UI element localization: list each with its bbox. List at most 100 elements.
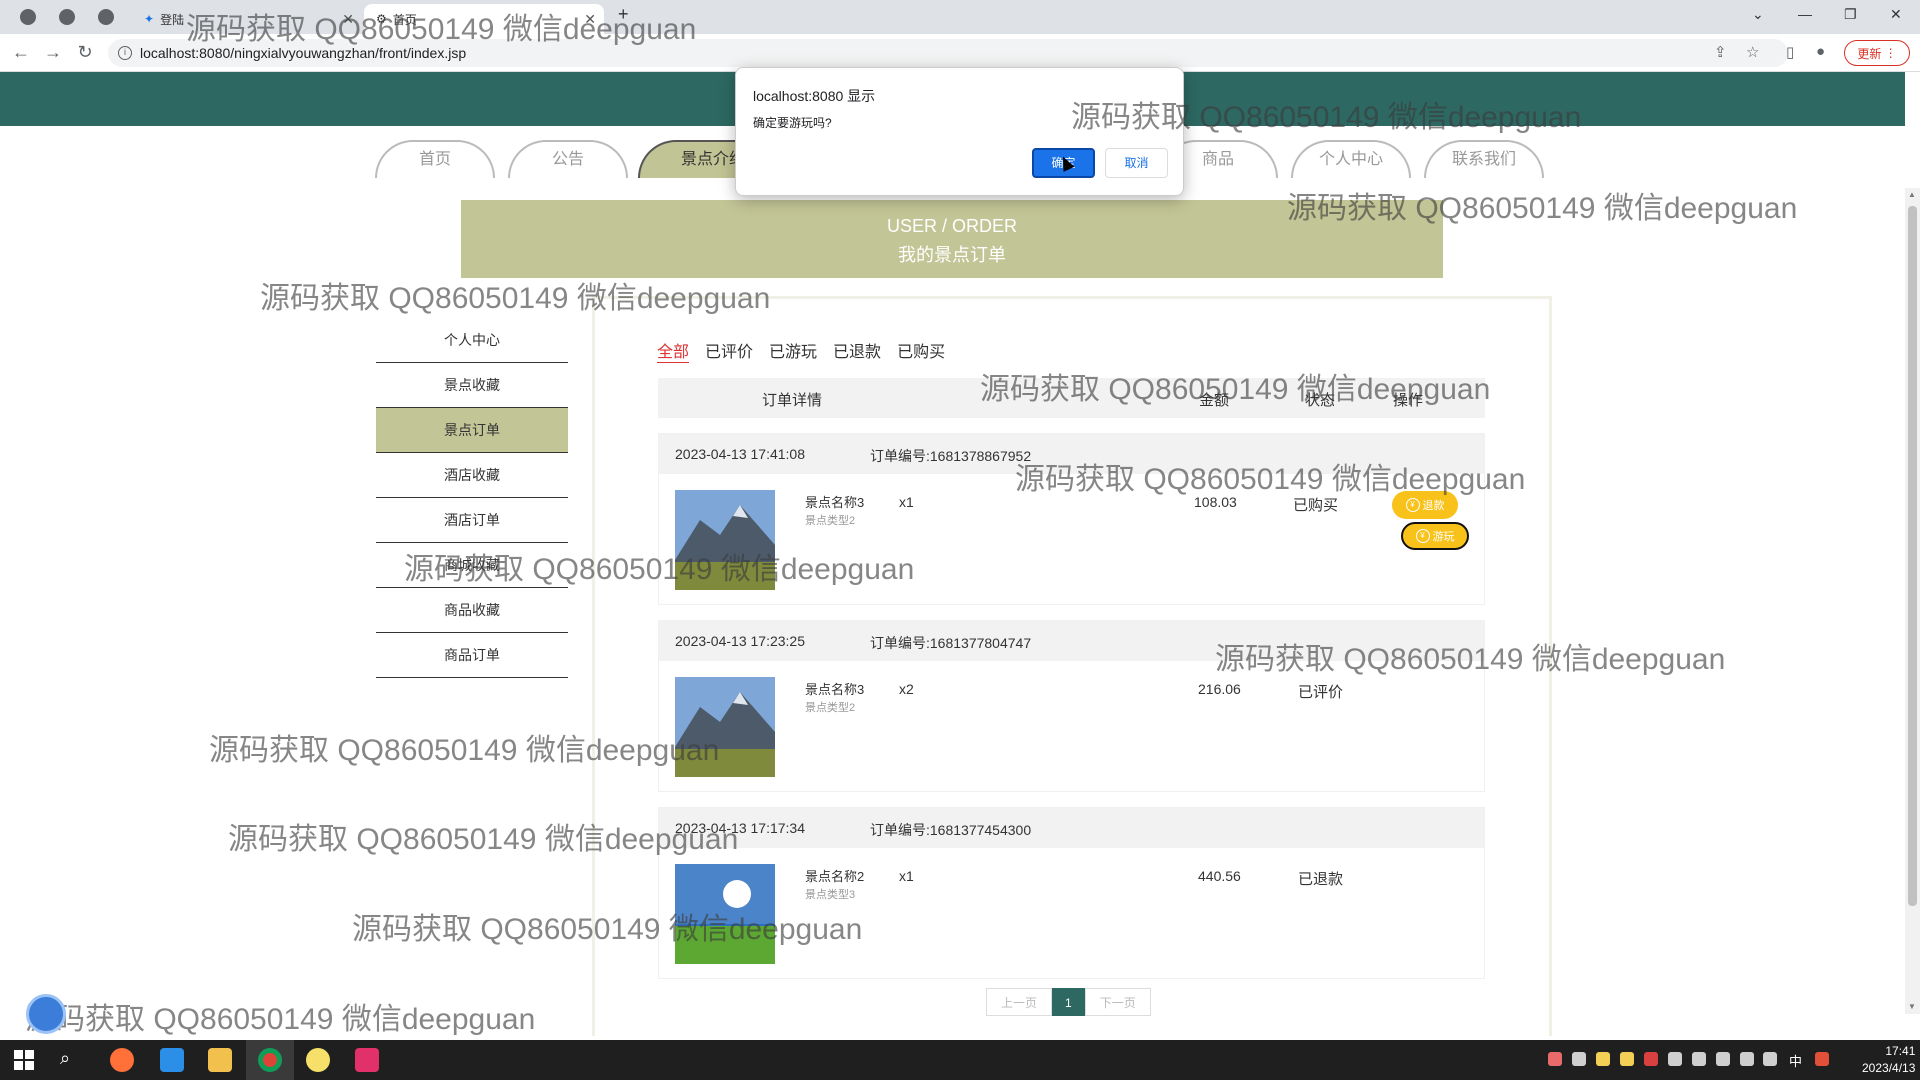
restore-icon[interactable]: ❐ [1844,6,1857,23]
filter-reviewed[interactable]: 已评价 [705,338,753,363]
volume-icon[interactable] [1763,1052,1777,1066]
scrollbar-thumb[interactable] [1908,206,1917,906]
filter-refunded[interactable]: 已退款 [833,338,881,363]
file-explorer-icon[interactable] [208,1048,232,1072]
attraction-name: 景点名称2 [805,869,865,884]
dialog-cancel-button[interactable]: 取消 [1105,148,1168,178]
tray-app-icon[interactable] [1668,1052,1682,1066]
order-card-header: 2023-04-13 17:17:34 订单编号:1681377454300 [659,808,1484,848]
order-quantity: x1 [899,868,914,884]
side-menu-attraction-favorites[interactable]: 景点收藏 [376,363,568,408]
attraction-thumbnail[interactable] [675,864,775,964]
sidebar-icon[interactable]: ▯ [1786,43,1794,61]
minimize-icon[interactable]: — [1798,6,1812,22]
filter-purchased[interactable]: 已购买 [897,338,945,363]
back-icon[interactable]: ← [10,42,32,63]
url-text[interactable]: localhost:8080/ningxialvyouwangzhan/fron… [140,45,466,61]
order-filter-tabs: 全部 已评价 已游玩 已退款 已购买 [657,338,945,363]
order-amount: 440.56 [1198,868,1241,884]
side-menu-product-orders[interactable]: 商品订单 [376,633,568,678]
side-menu-attraction-orders[interactable]: 景点订单 [376,408,568,453]
chrome-favicon-icon[interactable] [59,9,75,25]
chrome-icon[interactable] [258,1048,282,1072]
address-bar[interactable]: i localhost:8080/ningxialvyouwangzhan/fr… [108,39,1788,67]
intellij-icon[interactable] [355,1048,379,1072]
star-icon[interactable]: ☆ [1746,43,1759,61]
tab-login[interactable]: ✦ 登陆 ✕ [132,4,362,34]
new-tab-button[interactable]: + [618,4,629,25]
order-time: 2023-04-13 17:23:25 [675,633,805,649]
tray-folder-icon[interactable] [1596,1052,1610,1066]
tray-app-icon[interactable] [1548,1052,1562,1066]
share-icon[interactable]: ⇪ [1714,43,1727,61]
page-1-button[interactable]: 1 [1052,988,1085,1016]
vscode-icon[interactable] [160,1048,184,1072]
attraction-type: 景点类型2 [805,702,856,714]
order-number: 订单编号:1681377804747 [870,635,1032,651]
chrome-favicon-icon[interactable] [20,9,36,25]
tab-title: 登陆 [160,12,185,27]
page-banner: USER / ORDER 我的景点订单 [461,200,1443,278]
search-icon[interactable]: ⌕ [60,1048,84,1072]
side-menu-hotel-favorites[interactable]: 酒店收藏 [376,453,568,498]
attraction-thumbnail[interactable] [675,490,775,590]
tray-app-icon[interactable] [1692,1052,1706,1066]
play-button[interactable]: ¥ 游玩 [1401,522,1469,550]
info-icon[interactable]: i [118,46,132,60]
filter-all[interactable]: 全部 [657,338,690,363]
menu-icon: ⋮ [1881,46,1897,60]
filter-visited[interactable]: 已游玩 [769,338,817,363]
order-card-header: 2023-04-13 17:23:25 订单编号:1681377804747 [659,621,1484,661]
close-icon[interactable]: ✕ [584,11,596,28]
side-menu: 个人中心 景点收藏 景点订单 酒店收藏 酒店订单 商城收藏 商品收藏 商品订单 [376,318,568,678]
side-menu-hotel-orders[interactable]: 酒店订单 [376,498,568,543]
system-clock[interactable]: 17:41 2023/4/13 [1862,1043,1915,1077]
tray-app-icon[interactable] [1644,1052,1658,1066]
refund-button[interactable]: ¥ 退款 [1392,491,1458,519]
ime-indicator[interactable]: 中 [1789,1051,1802,1070]
chrome-favicon-icon[interactable] [98,9,114,25]
side-menu-user-center[interactable]: 个人中心 [376,318,568,363]
profile-icon[interactable]: ● [1816,43,1825,60]
tab-home[interactable]: ⚙ 首页 ✕ [364,4,604,34]
nav-contact[interactable]: 联系我们 [1424,140,1544,178]
windows-start-icon[interactable] [12,1048,36,1072]
pagination: 上一页 1 下一页 [986,988,1151,1016]
header-status: 状态 [1305,392,1336,409]
firefox-icon[interactable] [110,1048,134,1072]
nav-user-center[interactable]: 个人中心 [1291,140,1411,178]
page-title: 我的景点订单 [898,245,1006,265]
attraction-thumbnail[interactable] [675,677,775,777]
order-quantity: x1 [899,494,914,510]
scroll-down-icon[interactable]: ▼ [1908,1002,1916,1011]
order-number: 订单编号:1681377454300 [870,822,1032,838]
close-window-icon[interactable]: ✕ [1890,6,1902,23]
floating-assistant-icon[interactable] [26,994,66,1034]
forward-icon[interactable]: → [42,42,64,63]
chevron-down-icon[interactable]: ⌄ [1752,6,1764,23]
next-page-button[interactable]: 下一页 [1084,988,1151,1016]
wifi-icon[interactable] [1740,1052,1754,1066]
tab-favicon-icon: ✦ [144,12,155,26]
order-status: 已购买 [1293,497,1339,514]
nav-notice[interactable]: 公告 [508,140,628,178]
close-icon[interactable]: ✕ [342,11,354,28]
battery-icon[interactable] [1716,1052,1730,1066]
tray-shield-icon[interactable] [1620,1052,1634,1066]
tray-app-icon[interactable] [1572,1052,1586,1066]
prev-page-button[interactable]: 上一页 [986,988,1053,1016]
side-menu-mall-favorites[interactable]: 商城收藏 [376,543,568,588]
sogou-icon[interactable] [1815,1052,1829,1066]
reload-icon[interactable]: ↻ [74,42,96,63]
play-button-label: 游玩 [1432,531,1455,543]
app-icon[interactable] [306,1048,330,1072]
nav-home[interactable]: 首页 [375,140,495,178]
attraction-name: 景点名称3 [805,495,865,510]
side-menu-product-favorites[interactable]: 商品收藏 [376,588,568,633]
header-detail: 订单详情 [762,392,823,409]
page-scrollbar[interactable]: ▲ ▼ [1905,188,1920,1014]
order-time: 2023-04-13 17:17:34 [675,820,805,836]
orders-table-header: 订单详情 金额 状态 操作 [658,378,1485,418]
update-button[interactable]: 更新 ⋮ [1844,40,1910,66]
scroll-up-icon[interactable]: ▲ [1908,190,1916,199]
